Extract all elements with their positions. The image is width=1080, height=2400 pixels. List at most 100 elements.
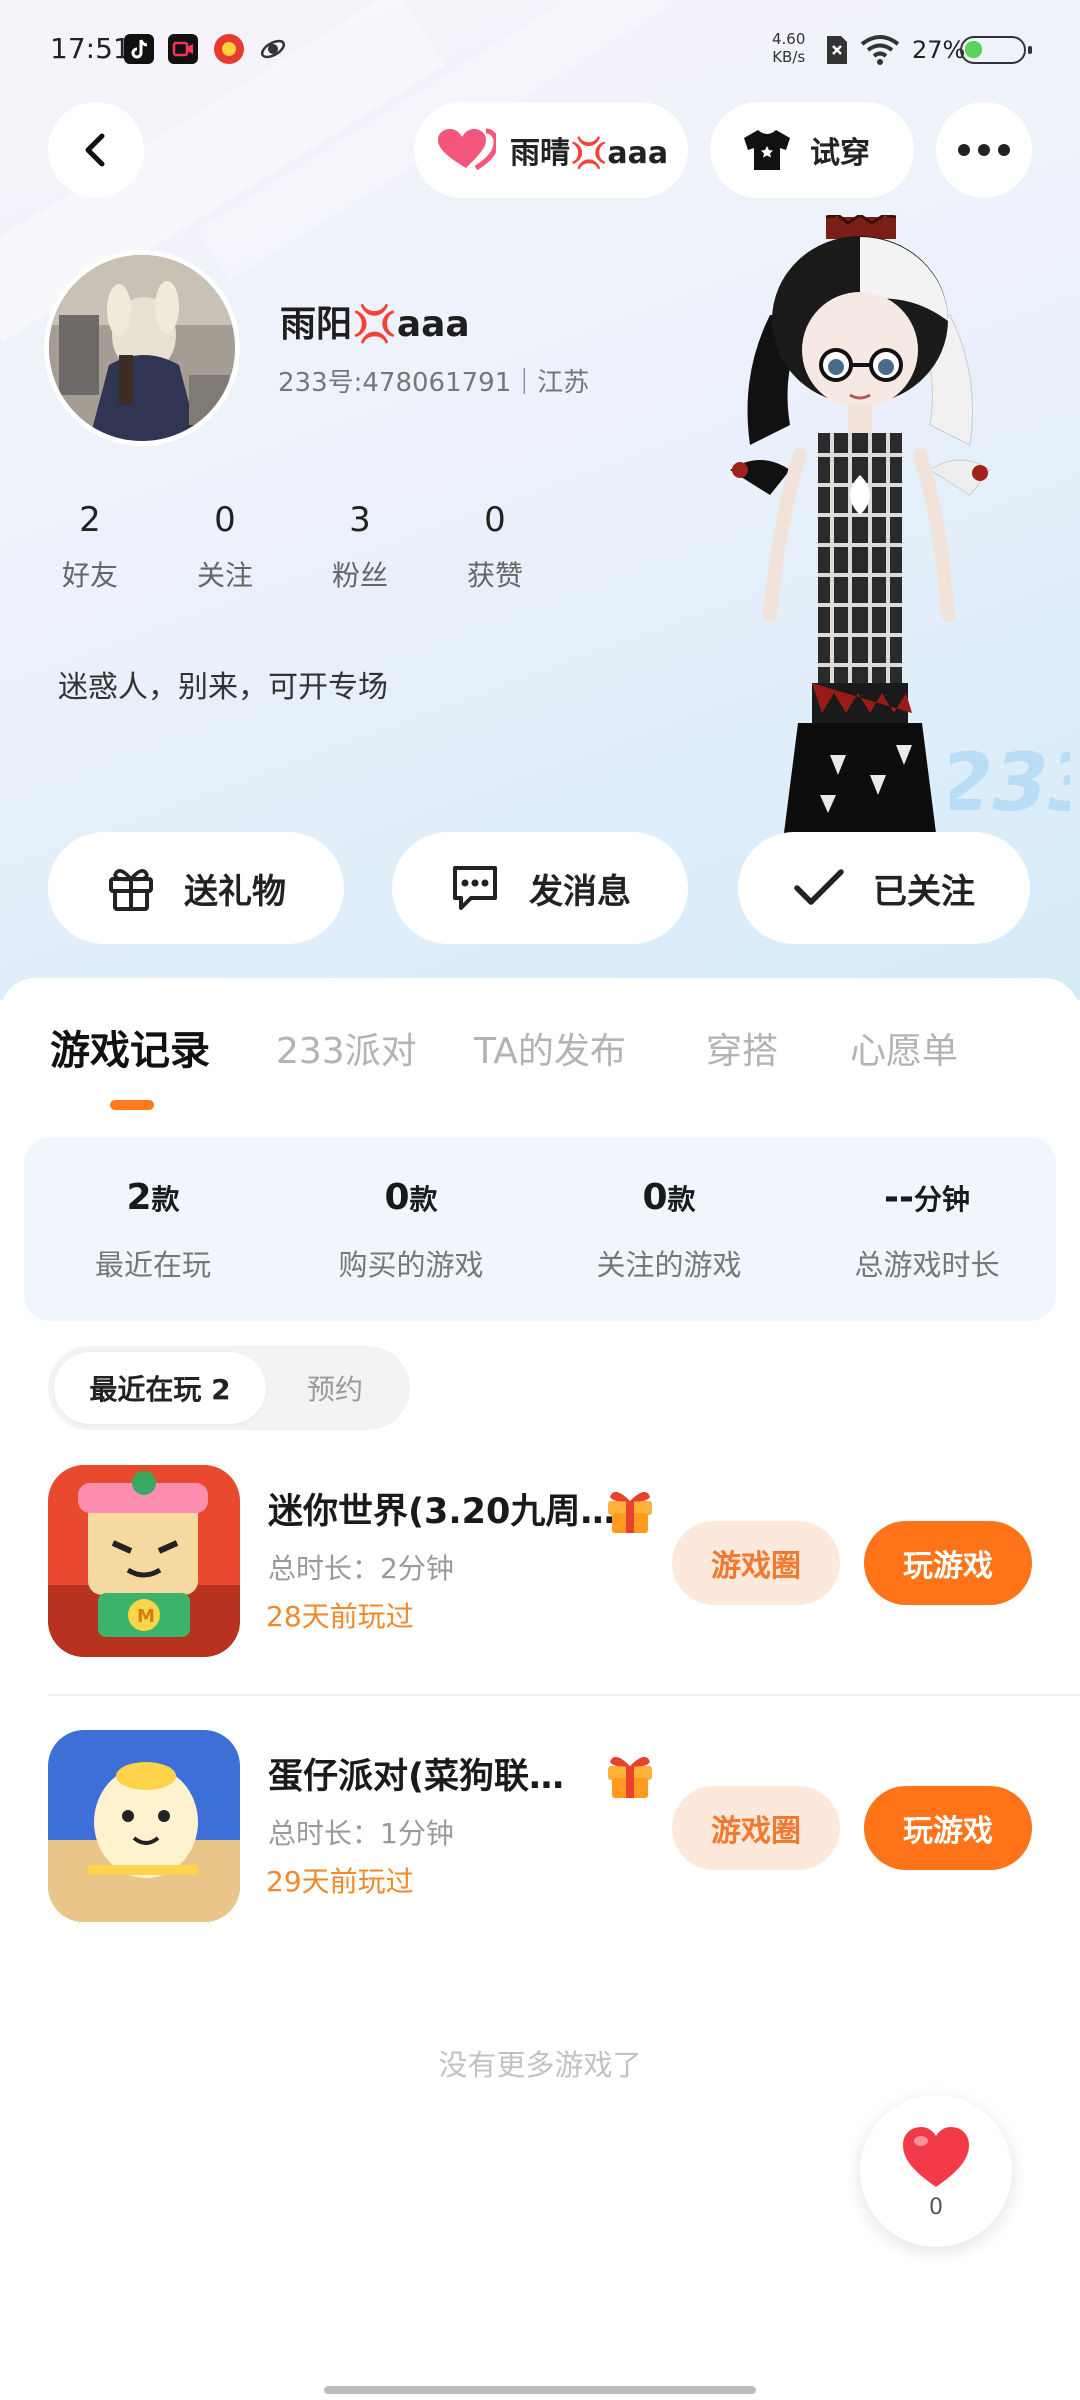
satellite-icon — [258, 34, 288, 64]
stat-fans[interactable]: 3 粉丝 — [320, 500, 400, 594]
game-list-item[interactable]: M 迷你世界(3.20九周… 总时长：2分钟 28天前玩过 游戏圈 玩游戏 — [0, 1465, 1080, 1665]
no-more-games-text: 没有更多游戏了 — [438, 2048, 642, 2082]
tab-game-records[interactable]: 游戏记录 — [50, 1018, 210, 1076]
status-bar: 17:51 4.60 KB/s 27% — [0, 0, 1080, 100]
svg-text:M: M — [137, 1606, 155, 1627]
summary-unit: 款 — [667, 1183, 696, 1216]
game-icon-mini-world[interactable]: M — [48, 1465, 240, 1657]
send-gift-button[interactable]: 送礼物 — [48, 832, 344, 944]
message-bubble-icon — [453, 866, 497, 910]
wifi-icon — [860, 35, 900, 65]
game-summary-card: 2款 最近在玩 0款 购买的游戏 0款 关注的游戏 --分钟 总游戏时长 — [24, 1137, 1056, 1321]
game-list-item[interactable]: 蛋仔派对(菜狗联… 总时长：1分钟 29天前玩过 游戏圈 玩游戏 — [0, 1730, 1080, 1930]
stat-label: 关注 — [196, 559, 253, 592]
battery-percent: 27% — [912, 36, 966, 64]
stat-friends[interactable]: 2 好友 — [50, 500, 130, 594]
tab-wishlist[interactable]: 心愿单 — [850, 1022, 958, 1074]
send-message-label: 发消息 — [529, 871, 631, 912]
try-on-label: 试穿 — [810, 136, 870, 171]
partner-pill-button[interactable]: 雨晴💢aaa — [414, 102, 688, 198]
play-game-button[interactable]: 玩游戏 — [864, 1521, 1032, 1605]
stat-likes[interactable]: 0 获赞 — [455, 500, 535, 594]
play-game-button[interactable]: 玩游戏 — [864, 1786, 1032, 1870]
stat-number: 0 — [484, 500, 506, 540]
like-button[interactable]: 0 — [860, 2095, 1012, 2247]
game-circle-button[interactable]: 游戏圈 — [672, 1521, 840, 1605]
send-gift-label: 送礼物 — [184, 871, 286, 912]
heart-icon — [903, 2127, 969, 2187]
stat-number: 0 — [214, 500, 236, 540]
back-button[interactable] — [48, 102, 144, 198]
like-count: 0 — [929, 2195, 943, 2220]
summary-label: 总游戏时长 — [854, 1248, 1000, 1282]
summary-value: 0 — [384, 1177, 410, 1218]
tab-233-party[interactable]: 233派对 — [276, 1022, 417, 1074]
game-last-played: 29天前玩过 — [266, 1865, 414, 1898]
stat-following[interactable]: 0 关注 — [185, 500, 265, 594]
game-icon-eggy-party[interactable] — [48, 1730, 240, 1922]
summary-unit: 款 — [409, 1183, 438, 1216]
game-total-time: 总时长：2分钟 — [268, 1552, 454, 1585]
more-dots-icon — [958, 144, 1010, 156]
gift-box-icon — [608, 1491, 652, 1533]
more-options-button[interactable] — [936, 102, 1032, 198]
followed-label: 已关注 — [873, 871, 975, 912]
summary-value: 0 — [642, 1177, 668, 1218]
list-divider — [48, 1694, 1080, 1696]
stat-label: 获赞 — [466, 559, 523, 592]
tshirt-icon — [744, 130, 790, 170]
news-app-icon — [214, 34, 244, 64]
recent-reserve-toggle: 最近在玩 2 预约 — [48, 1346, 410, 1430]
game-circle-button[interactable]: 游戏圈 — [672, 1786, 840, 1870]
partner-name: 雨晴💢aaa — [510, 136, 669, 171]
tab-outfits[interactable]: 穿搭 — [706, 1022, 778, 1074]
double-heart-icon — [438, 128, 496, 171]
profile-id-location: 233号:478061791｜江苏 — [278, 368, 590, 398]
stat-label: 粉丝 — [331, 559, 388, 592]
tiktok-icon — [124, 34, 154, 64]
profile-name: 雨阳💢aaa — [280, 304, 470, 345]
check-icon — [794, 869, 844, 905]
summary-unit: 分钟 — [913, 1183, 970, 1216]
followed-button[interactable]: 已关注 — [738, 832, 1030, 944]
summary-purchased-games[interactable]: 0款 购买的游戏 — [282, 1177, 540, 1284]
chevron-left-icon — [85, 133, 105, 167]
summary-value: 2 — [126, 1177, 152, 1218]
eggy-party-game-art — [48, 1730, 240, 1922]
gift-box-icon — [608, 1756, 652, 1798]
segment-recent-playing[interactable]: 最近在玩 2 — [54, 1352, 266, 1424]
network-speed-unit: KB/s — [772, 48, 806, 66]
sim-card-icon — [827, 36, 847, 64]
send-message-button[interactable]: 发消息 — [392, 832, 688, 944]
gesture-home-bar[interactable] — [324, 2386, 756, 2394]
mini-world-game-art: M — [48, 1465, 240, 1657]
stat-label: 好友 — [61, 559, 118, 592]
stat-number: 2 — [79, 500, 101, 540]
avatar[interactable] — [44, 250, 240, 446]
summary-followed-games[interactable]: 0款 关注的游戏 — [540, 1177, 798, 1284]
active-tab-indicator — [110, 1100, 154, 1110]
summary-label: 最近在玩 — [94, 1248, 211, 1282]
game-last-played: 28天前玩过 — [266, 1600, 414, 1633]
gift-icon — [109, 869, 153, 911]
summary-label: 关注的游戏 — [596, 1248, 742, 1282]
network-speed: 4.60 KB/s — [772, 30, 805, 66]
battery-icon — [960, 36, 1032, 64]
network-speed-value: 4.60 — [772, 30, 806, 48]
segment-reserved[interactable]: 预约 — [280, 1352, 390, 1424]
try-on-button[interactable]: 试穿 — [710, 102, 914, 198]
stat-number: 3 — [349, 500, 371, 540]
summary-label: 购买的游戏 — [338, 1248, 484, 1282]
game-title: 蛋仔派对(菜狗联… — [268, 1757, 564, 1797]
game-total-time: 总时长：1分钟 — [268, 1817, 454, 1850]
summary-value: -- — [884, 1177, 914, 1218]
summary-recent-playing[interactable]: 2款 最近在玩 — [24, 1177, 282, 1284]
avatar-character-image[interactable] — [700, 215, 1020, 855]
profile-bio: 迷惑人，别来，可开专场 — [58, 670, 388, 705]
profile-tabs: 游戏记录 233派对 TA的发布 穿搭 心愿单 — [0, 1016, 1080, 1096]
video-app-icon — [168, 34, 198, 64]
avatar-photo — [49, 255, 235, 441]
summary-total-playtime[interactable]: --分钟 总游戏时长 — [798, 1177, 1056, 1284]
summary-unit: 款 — [151, 1183, 180, 1216]
tab-ta-posts[interactable]: TA的发布 — [474, 1022, 626, 1074]
